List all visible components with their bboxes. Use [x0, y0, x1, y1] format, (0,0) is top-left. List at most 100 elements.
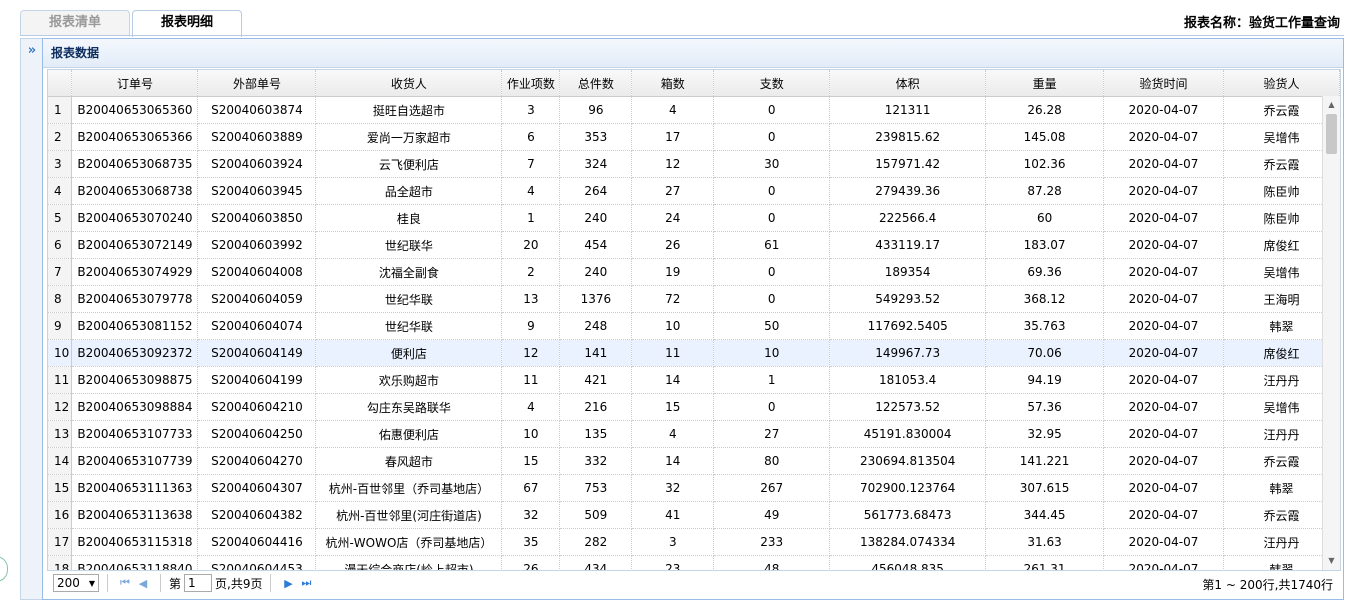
table-cell: 世纪华联 [315, 312, 503, 340]
table-row[interactable]: 14 B20040653107739 S20040604270 春风超市 15 332 14… [48, 447, 1340, 475]
table-cell: 10 [631, 312, 715, 340]
last-page-icon[interactable]: ⏭ [297, 576, 315, 590]
table-row[interactable]: 13 B20040653107733 S20040604250 佑惠便利店 10 135 4… [48, 420, 1340, 448]
row-number: 3 [48, 150, 73, 178]
table-cell: B20040653115318 [71, 528, 199, 556]
table-cell: 145.08 [985, 123, 1105, 151]
table-cell: S20040604416 [197, 528, 317, 556]
column-header[interactable]: 总件数 [559, 70, 633, 97]
table-cell: 353 [559, 123, 633, 151]
table-cell: 2020-04-07 [1103, 501, 1224, 529]
table-cell: S20040604382 [197, 501, 317, 529]
table-cell: 4 [501, 177, 561, 205]
double-chevron-right-icon[interactable]: » [25, 44, 39, 58]
row-number: 13 [48, 420, 73, 448]
table-cell: 96 [559, 96, 633, 124]
table-row[interactable]: 3 B20040653068735 S20040603924 云飞便利店 7 324 12 3… [48, 150, 1340, 178]
table-cell: 324 [559, 150, 633, 178]
table-row[interactable]: 9 B20040653081152 S20040604074 世纪华联 9 248 10 50… [48, 312, 1340, 340]
row-number: 8 [48, 285, 73, 313]
table-cell: S20040604059 [197, 285, 317, 313]
column-header[interactable]: 订单号 [71, 70, 199, 97]
table-row[interactable]: 17 B20040653115318 S20040604416 杭州-WOWO店（乔司… [48, 528, 1340, 556]
table-cell: 1 [713, 366, 831, 394]
table-cell: 11 [631, 339, 715, 367]
table-row[interactable]: 18 B20040653118840 S20040604453 漫天综合商店(岭上超市… [48, 555, 1340, 570]
prev-page-icon[interactable]: ◀ [134, 577, 152, 590]
table-cell: 2020-04-07 [1103, 555, 1224, 570]
page-size-value: 200 [57, 576, 80, 590]
table-cell: B20040653098884 [71, 393, 199, 421]
table-cell: 便利店 [315, 339, 503, 367]
row-number: 17 [48, 528, 73, 556]
table-row[interactable]: 15 B20040653111363 S20040604307 杭州-百世邻里（乔司基… [48, 474, 1340, 502]
column-header[interactable]: 验货时间 [1103, 70, 1224, 97]
column-header[interactable]: 重量 [985, 70, 1105, 97]
table-cell: 14 [631, 447, 715, 475]
side-handle[interactable] [0, 556, 8, 582]
table-row[interactable]: 16 B20040653113638 S20040604382 杭州-百世邻里(河庄街… [48, 501, 1340, 529]
next-page-icon[interactable]: ▶ [279, 577, 297, 590]
column-header[interactable]: 验货人 [1223, 70, 1340, 97]
vertical-scrollbar[interactable]: ▲ ▼ [1322, 96, 1340, 570]
table-cell: 云飞便利店 [315, 150, 503, 178]
column-header[interactable]: 收货人 [315, 70, 503, 97]
scrollbar-thumb[interactable] [1326, 114, 1337, 154]
table-cell: 0 [713, 123, 831, 151]
table-cell: 45191.830004 [829, 420, 987, 448]
page-number-input[interactable]: 1 [184, 574, 213, 592]
row-number: 16 [48, 501, 73, 529]
table-cell: 2020-04-07 [1103, 420, 1224, 448]
table-cell: 70.06 [985, 339, 1105, 367]
table-cell: 23 [631, 555, 715, 570]
table-cell: S20040603850 [197, 204, 317, 232]
table-cell: B20040653107733 [71, 420, 199, 448]
report-data-panel: 报表数据 订单号 外部单号 收货人 作业项数 总件数 箱数 支数 体积 重量 验货时间 验货人 1B… [42, 38, 1344, 600]
row-number: 1 [48, 96, 73, 124]
column-header[interactable]: 外部单号 [197, 70, 317, 97]
column-header[interactable]: 箱数 [631, 70, 715, 97]
page-size-select[interactable]: 200 ▼ [53, 574, 99, 592]
table-row[interactable]: 10 B20040653092372 S20040604149 便利店 12 141 11 1… [48, 339, 1340, 367]
table-cell: 2020-04-07 [1103, 474, 1224, 502]
table-row[interactable]: 1 B20040653065360 S20040603874 挺旺自选超市 3 96 4 0 1… [48, 96, 1340, 124]
table-row[interactable]: 6 B20040653072149 S20040603992 世纪联华 20 454 26 6… [48, 231, 1340, 259]
table-cell: 11 [501, 366, 561, 394]
tabs: 报表清单 报表明细 [20, 10, 244, 37]
row-number: 12 [48, 393, 73, 421]
row-number-header[interactable] [48, 70, 73, 97]
table-row[interactable]: 7 B20040653074929 S20040604008 沈福全副食 2 240 19 0… [48, 258, 1340, 286]
table-cell: 挺旺自选超市 [315, 96, 503, 124]
table-row[interactable]: 8 B20040653079778 S20040604059 世纪华联 13 1376 72… [48, 285, 1340, 313]
tab-report-list[interactable]: 报表清单 [20, 10, 130, 36]
table-cell: 4 [631, 96, 715, 124]
first-page-icon[interactable]: ⏮ [116, 576, 134, 590]
table-cell: S20040604453 [197, 555, 317, 570]
table-row[interactable]: 4 B20040653068738 S20040603945 品全超市 4 264 27 0 2… [48, 177, 1340, 205]
table-cell: 434 [559, 555, 633, 570]
table-cell: S20040604008 [197, 258, 317, 286]
table-row[interactable]: 2 B20040653065366 S20040603889 爱尚一万家超市 6 353 1… [48, 123, 1340, 151]
table-row[interactable]: 12 B20040653098884 S20040604210 勾庄东吴路联华 4 216… [48, 393, 1340, 421]
table-cell: 2020-04-07 [1103, 123, 1224, 151]
column-header[interactable]: 支数 [713, 70, 831, 97]
table-cell: 61 [713, 231, 831, 259]
column-header[interactable]: 作业项数 [501, 70, 561, 97]
table-cell: S20040603889 [197, 123, 317, 151]
scroll-down-icon[interactable]: ▼ [1323, 554, 1340, 568]
table-header-row: 订单号 外部单号 收货人 作业项数 总件数 箱数 支数 体积 重量 验货时间 验货人 [48, 70, 1340, 97]
table-cell: B20040653065366 [71, 123, 199, 151]
table-cell: 桂良 [315, 204, 503, 232]
west-collapse-strip: » [20, 38, 43, 600]
table-row[interactable]: 5 B20040653070240 S20040603850 桂良 1 240 24 0 222… [48, 204, 1340, 232]
pager-info: 第1 ~ 200行,共1740行 [1202, 578, 1333, 592]
table-cell: B20040653079778 [71, 285, 199, 313]
table-cell: 2020-04-07 [1103, 285, 1224, 313]
table-cell: 702900.123764 [829, 474, 987, 502]
table-cell: 50 [713, 312, 831, 340]
table-cell: B20040653107739 [71, 447, 199, 475]
column-header[interactable]: 体积 [829, 70, 987, 97]
tab-report-detail[interactable]: 报表明细 [132, 10, 242, 37]
table-row[interactable]: 11 B20040653098875 S20040604199 欢乐购超市 11 421 1… [48, 366, 1340, 394]
scroll-up-icon[interactable]: ▲ [1323, 98, 1340, 112]
